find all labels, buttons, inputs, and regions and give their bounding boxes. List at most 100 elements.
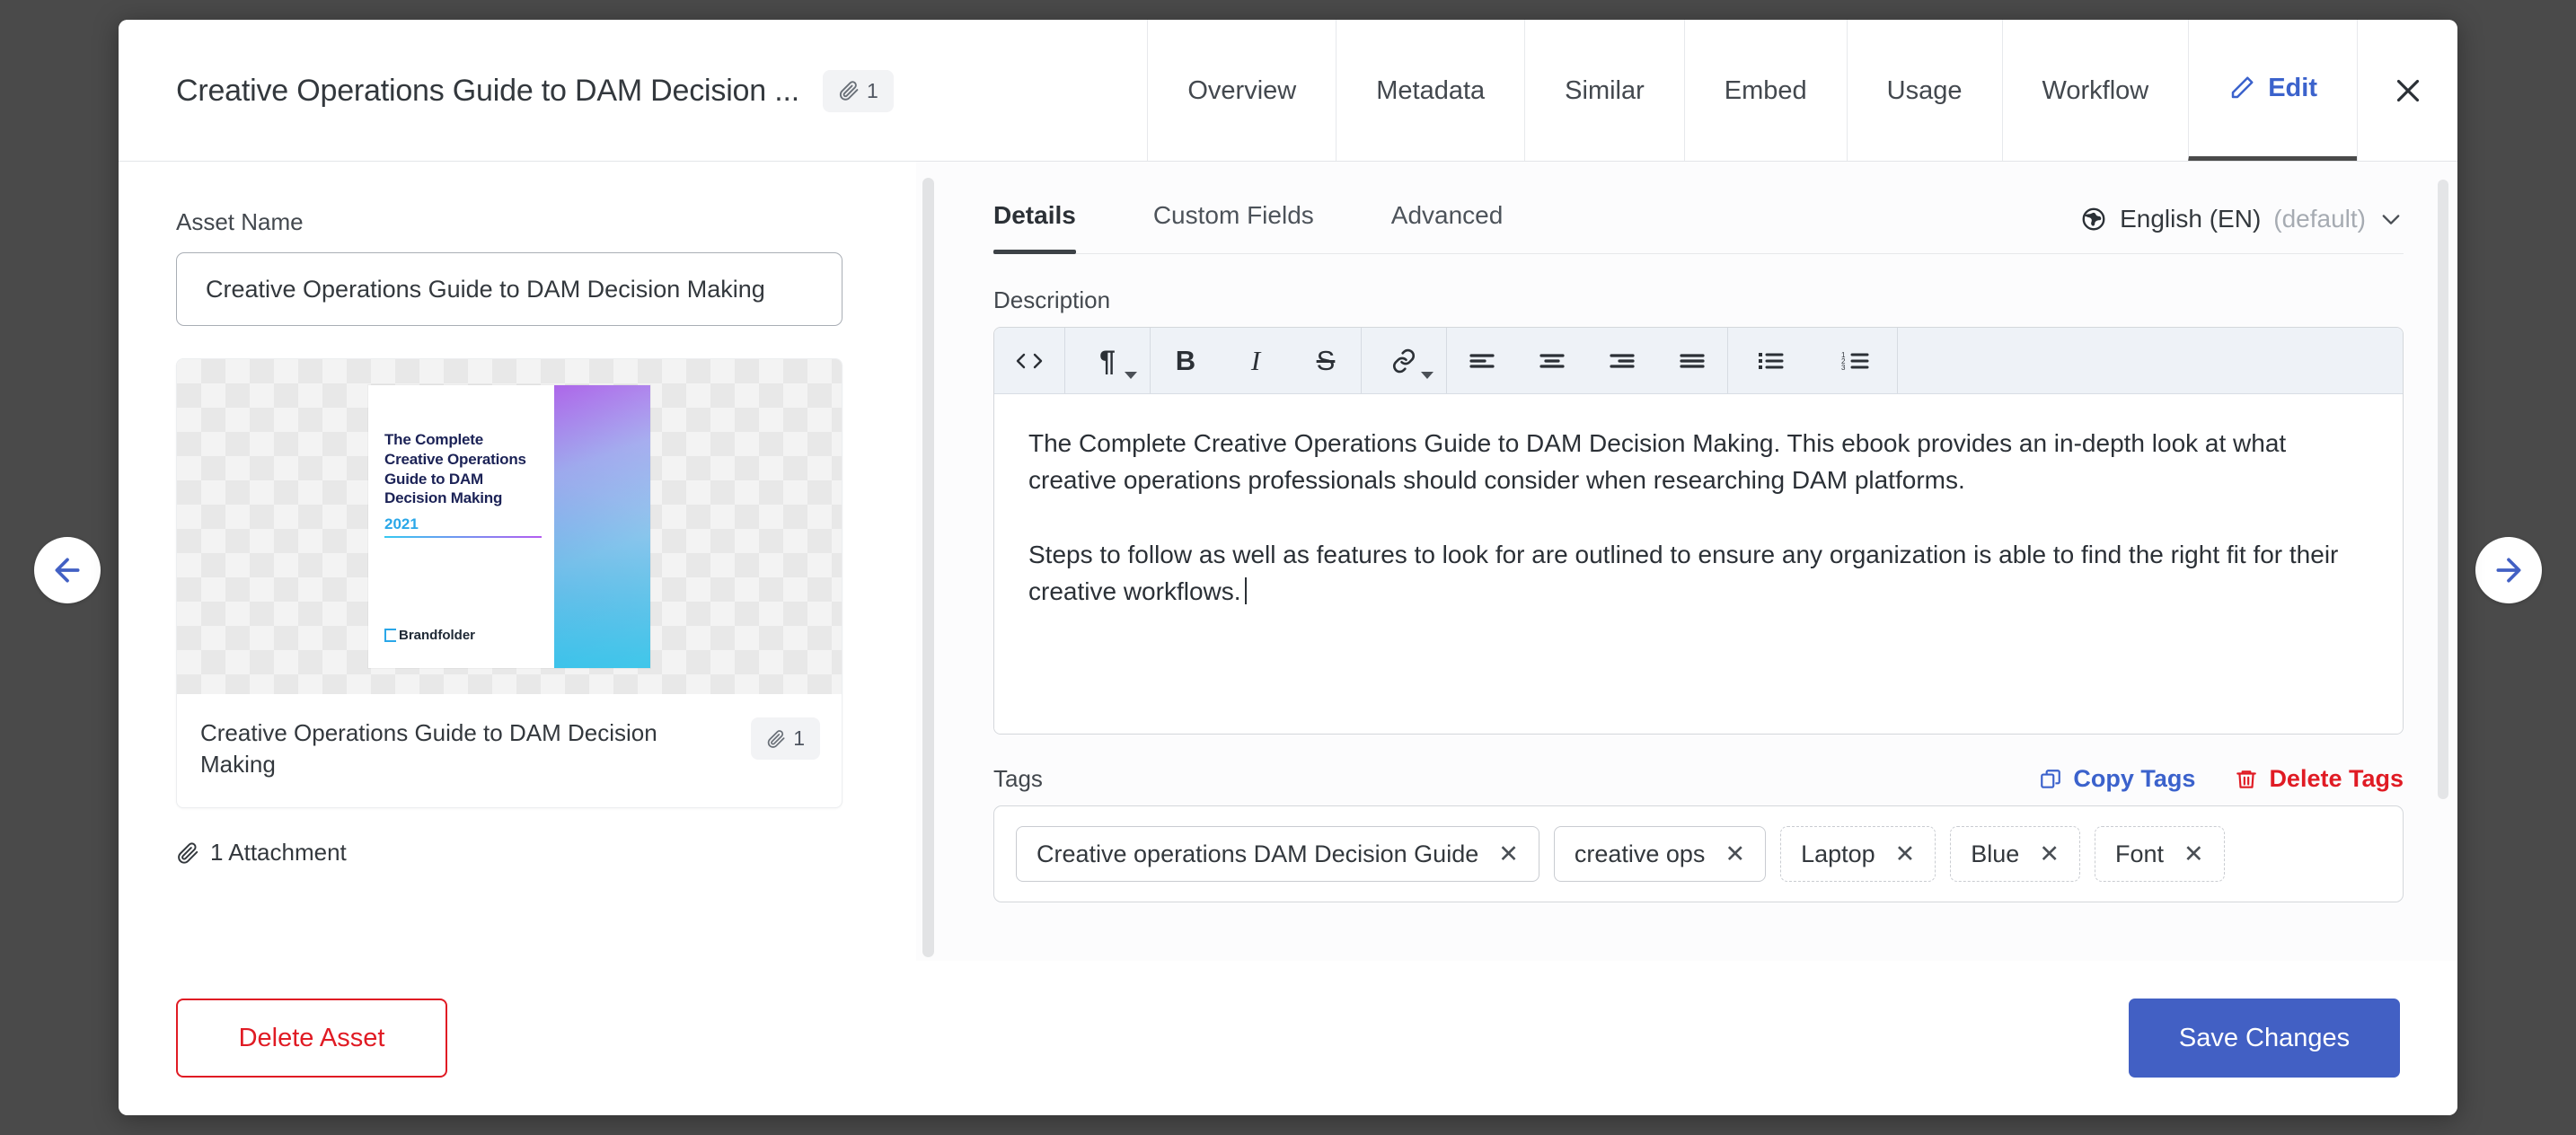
paperclip-icon [766, 729, 786, 749]
delete-tags-button[interactable]: Delete Tags [2235, 765, 2404, 793]
remove-tag-icon[interactable]: ✕ [1498, 841, 1519, 867]
toolbar-group-inline: B I S [1151, 328, 1362, 393]
panel-scrollbar-thumb[interactable] [922, 178, 934, 957]
next-asset-button[interactable] [2475, 537, 2542, 603]
tab-metadata[interactable]: Metadata [1336, 20, 1525, 162]
text-cursor [1244, 577, 1247, 605]
cover-left-column: The Complete Creative Operations Guide t… [368, 385, 554, 668]
tag-chip[interactable]: Blue ✕ [1950, 826, 2080, 882]
copy-tags-button[interactable]: Copy Tags [2039, 765, 2195, 793]
strikethrough-icon[interactable]: S [1291, 328, 1361, 393]
bold-icon[interactable]: B [1151, 328, 1221, 393]
remove-tag-icon[interactable]: ✕ [1895, 841, 1916, 867]
align-justify-icon[interactable] [1657, 328, 1727, 393]
title-zone: Creative Operations Guide to DAM Decisio… [119, 20, 1147, 162]
tags-header: Tags Copy Tags Delete Tags [993, 765, 2404, 793]
tag-label: Blue [1971, 840, 2020, 867]
trash-icon [2235, 768, 2258, 791]
cover-divider-rule [384, 536, 542, 538]
align-right-icon[interactable] [1587, 328, 1657, 393]
description-paragraph-2-wrapper: Steps to follow as well as features to l… [1028, 536, 2369, 610]
subtab-details[interactable]: Details [993, 201, 1076, 254]
svg-text:3: 3 [1841, 364, 1846, 372]
tab-label: Workflow [2042, 75, 2149, 105]
description-paragraph: Steps to follow as well as features to l… [1028, 541, 2339, 606]
editor-toolbar: ¶ B I S 1 2 3 [994, 328, 2403, 394]
toolbar-group-code [994, 328, 1065, 393]
tab-label: Similar [1565, 75, 1645, 105]
tags-actions: Copy Tags Delete Tags [2039, 765, 2404, 793]
toolbar-group-paragraph: ¶ [1065, 328, 1151, 393]
remove-tag-icon[interactable]: ✕ [2039, 841, 2060, 867]
attachment-summary: 1 Attachment [176, 839, 859, 867]
delete-asset-button[interactable]: Delete Asset [176, 999, 447, 1078]
cover-title: The Complete Creative Operations Guide t… [384, 431, 526, 507]
tag-label: Font [2114, 840, 2164, 867]
bulleted-list-icon[interactable] [1728, 328, 1813, 393]
tab-workflow[interactable]: Workflow [2001, 20, 2189, 162]
asset-card-caption: Creative Operations Guide to DAM Decisio… [177, 694, 842, 807]
close-icon [2392, 75, 2424, 107]
delete-tags-label: Delete Tags [2269, 765, 2404, 792]
panel-scrollbar[interactable] [916, 162, 940, 961]
paragraph-format-icon[interactable]: ¶ [1065, 328, 1150, 393]
tag-label: creative ops [1574, 840, 1706, 867]
asset-name-input[interactable] [176, 252, 842, 326]
italic-icon[interactable]: I [1221, 328, 1291, 393]
save-changes-button[interactable]: Save Changes [2129, 999, 2400, 1078]
chevron-down-icon [2378, 207, 2404, 232]
asset-thumbnail: The Complete Creative Operations Guide t… [177, 359, 842, 694]
subtab-custom-fields[interactable]: Custom Fields [1153, 201, 1314, 253]
card-attachment-badge: 1 [751, 717, 820, 760]
align-left-icon[interactable] [1447, 328, 1517, 393]
arrow-right-icon [2491, 552, 2527, 588]
tag-chip[interactable]: Font ✕ [2094, 826, 2225, 882]
tab-embed[interactable]: Embed [1683, 20, 1847, 162]
chevron-down-icon [1421, 372, 1434, 379]
page-title: Creative Operations Guide to DAM Decisio… [176, 73, 799, 108]
description-editor: ¶ B I S 1 2 3 The Complete Creative Oper… [993, 327, 2404, 735]
attachment-summary-label: 1 Attachment [210, 839, 347, 867]
remove-tag-icon[interactable]: ✕ [1725, 841, 1745, 867]
ebook-cover-image: The Complete Creative Operations Guide t… [368, 385, 650, 668]
tags-input-box[interactable]: Creative operations DAM Decision Guide ✕… [993, 805, 2404, 902]
subtab-advanced[interactable]: Advanced [1391, 201, 1504, 253]
language-name: English (EN) [2120, 205, 2262, 233]
tag-chip[interactable]: creative ops ✕ [1553, 826, 1767, 882]
modal-body: Asset Name The Complete Creative Operati… [119, 162, 2457, 961]
remove-tag-icon[interactable]: ✕ [2183, 841, 2204, 867]
language-selector[interactable]: English (EN) (default) [2080, 205, 2404, 253]
tag-chip[interactable]: Laptop ✕ [1780, 826, 1936, 882]
language-default-suffix: (default) [2273, 205, 2366, 233]
tag-chip[interactable]: Creative operations DAM Decision Guide ✕ [1016, 826, 1539, 882]
close-button[interactable] [2357, 20, 2457, 162]
description-textarea[interactable]: The Complete Creative Operations Guide t… [994, 394, 2403, 734]
paperclip-icon [176, 841, 199, 865]
description-paragraph: The Complete Creative Operations Guide t… [1028, 429, 2287, 495]
tab-edit[interactable]: Edit [2188, 20, 2357, 162]
copy-icon [2039, 768, 2062, 791]
tab-overview[interactable]: Overview [1147, 20, 1337, 162]
toolbar-group-lists: 1 2 3 [1728, 328, 1898, 393]
tags-label: Tags [993, 765, 1043, 792]
previous-asset-button[interactable] [34, 537, 101, 603]
tab-similar[interactable]: Similar [1524, 20, 1684, 162]
asset-preview-card[interactable]: The Complete Creative Operations Guide t… [176, 358, 842, 809]
code-icon[interactable] [994, 328, 1064, 393]
details-subtabs: Details Custom Fields Advanced English (… [993, 201, 2404, 254]
toolbar-group-align [1447, 328, 1728, 393]
numbered-list-icon[interactable]: 1 2 3 [1813, 328, 1897, 393]
tag-label: Laptop [1801, 840, 1875, 867]
tab-label: Embed [1724, 75, 1807, 105]
pencil-icon [2228, 75, 2255, 101]
tab-label: Overview [1187, 75, 1297, 105]
cover-photo [554, 385, 650, 668]
right-panel-scrollbar[interactable] [2438, 180, 2448, 799]
cover-year: 2021 [384, 515, 419, 532]
align-center-icon[interactable] [1517, 328, 1587, 393]
tab-label: Metadata [1376, 75, 1486, 105]
subtab-label: Advanced [1390, 201, 1504, 229]
link-icon[interactable] [1362, 328, 1446, 393]
brandfolder-logo-text: Brandfolder [399, 628, 476, 643]
tab-usage[interactable]: Usage [1846, 20, 2002, 162]
